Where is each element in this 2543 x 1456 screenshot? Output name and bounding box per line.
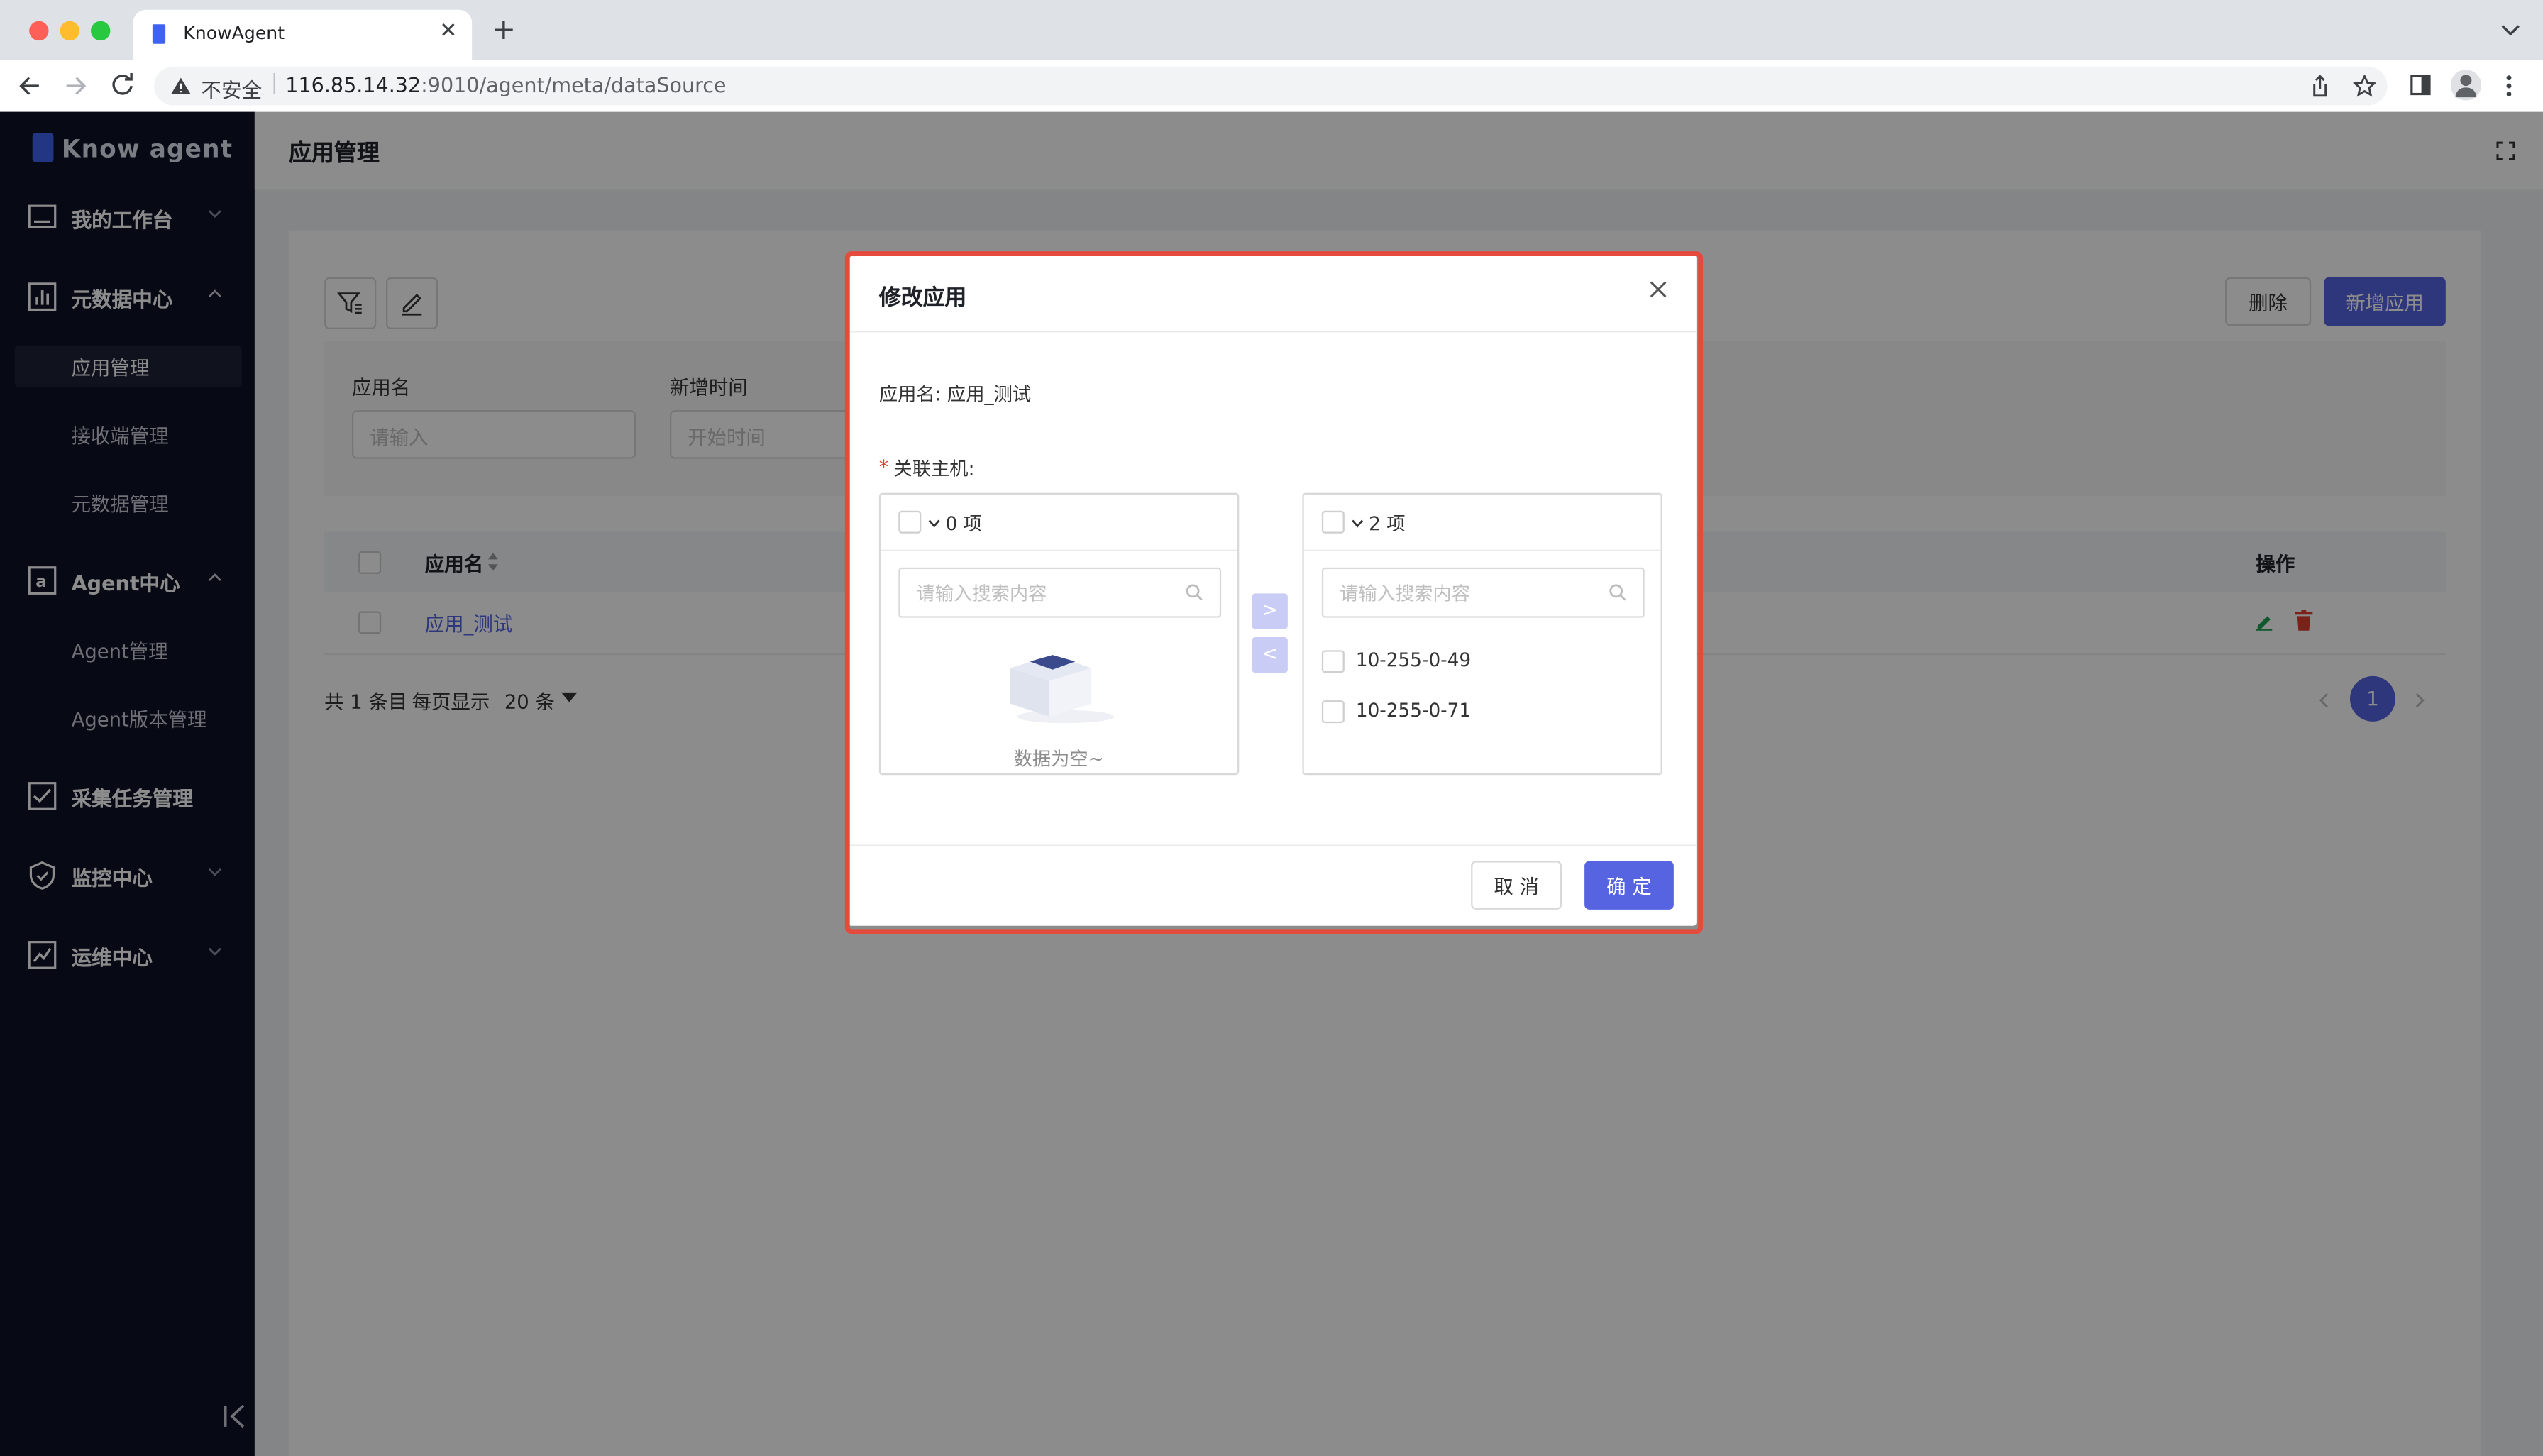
url-path: :9010/agent/meta/dataSource — [421, 72, 727, 98]
forward-icon[interactable] — [65, 75, 87, 97]
url-host: 116.85.14.32 — [285, 72, 421, 98]
app-root: KnowAgent ✕ + 不安全 | 116.85.14.32:9010/ag… — [0, 0, 2543, 1456]
highlight-outline — [844, 251, 1703, 934]
warning-icon — [171, 77, 191, 94]
browser-menu-icon[interactable] — [2505, 73, 2512, 99]
bookmark-star-icon[interactable] — [2353, 75, 2376, 97]
maximize-window-button[interactable] — [91, 21, 111, 41]
minimize-window-button[interactable] — [60, 21, 80, 41]
tab-list-chevron-icon[interactable] — [2501, 23, 2520, 39]
tab-title: KnowAgent — [183, 22, 285, 44]
address-divider: | — [270, 71, 278, 96]
close-tab-icon[interactable]: ✕ — [439, 19, 457, 43]
back-icon[interactable] — [18, 75, 40, 97]
close-window-button[interactable] — [29, 21, 49, 41]
omnibox[interactable]: 不安全 | 116.85.14.32:9010/agent/meta/dataS… — [154, 66, 2388, 106]
browser-tab-bar: KnowAgent ✕ + — [0, 0, 2543, 60]
new-tab-icon[interactable]: + — [492, 13, 517, 47]
sidepanel-icon[interactable] — [2410, 75, 2432, 96]
reload-icon[interactable] — [110, 72, 134, 97]
browser-address-bar: 不安全 | 116.85.14.32:9010/agent/meta/dataS… — [0, 60, 2543, 114]
url-text: 116.85.14.32:9010/agent/meta/dataSource — [285, 73, 726, 97]
security-label: 不安全 — [201, 77, 263, 102]
profile-avatar[interactable] — [2450, 70, 2482, 101]
share-icon[interactable] — [2310, 75, 2331, 97]
browser-tab[interactable]: KnowAgent ✕ — [133, 9, 473, 60]
favicon-icon — [152, 24, 166, 44]
